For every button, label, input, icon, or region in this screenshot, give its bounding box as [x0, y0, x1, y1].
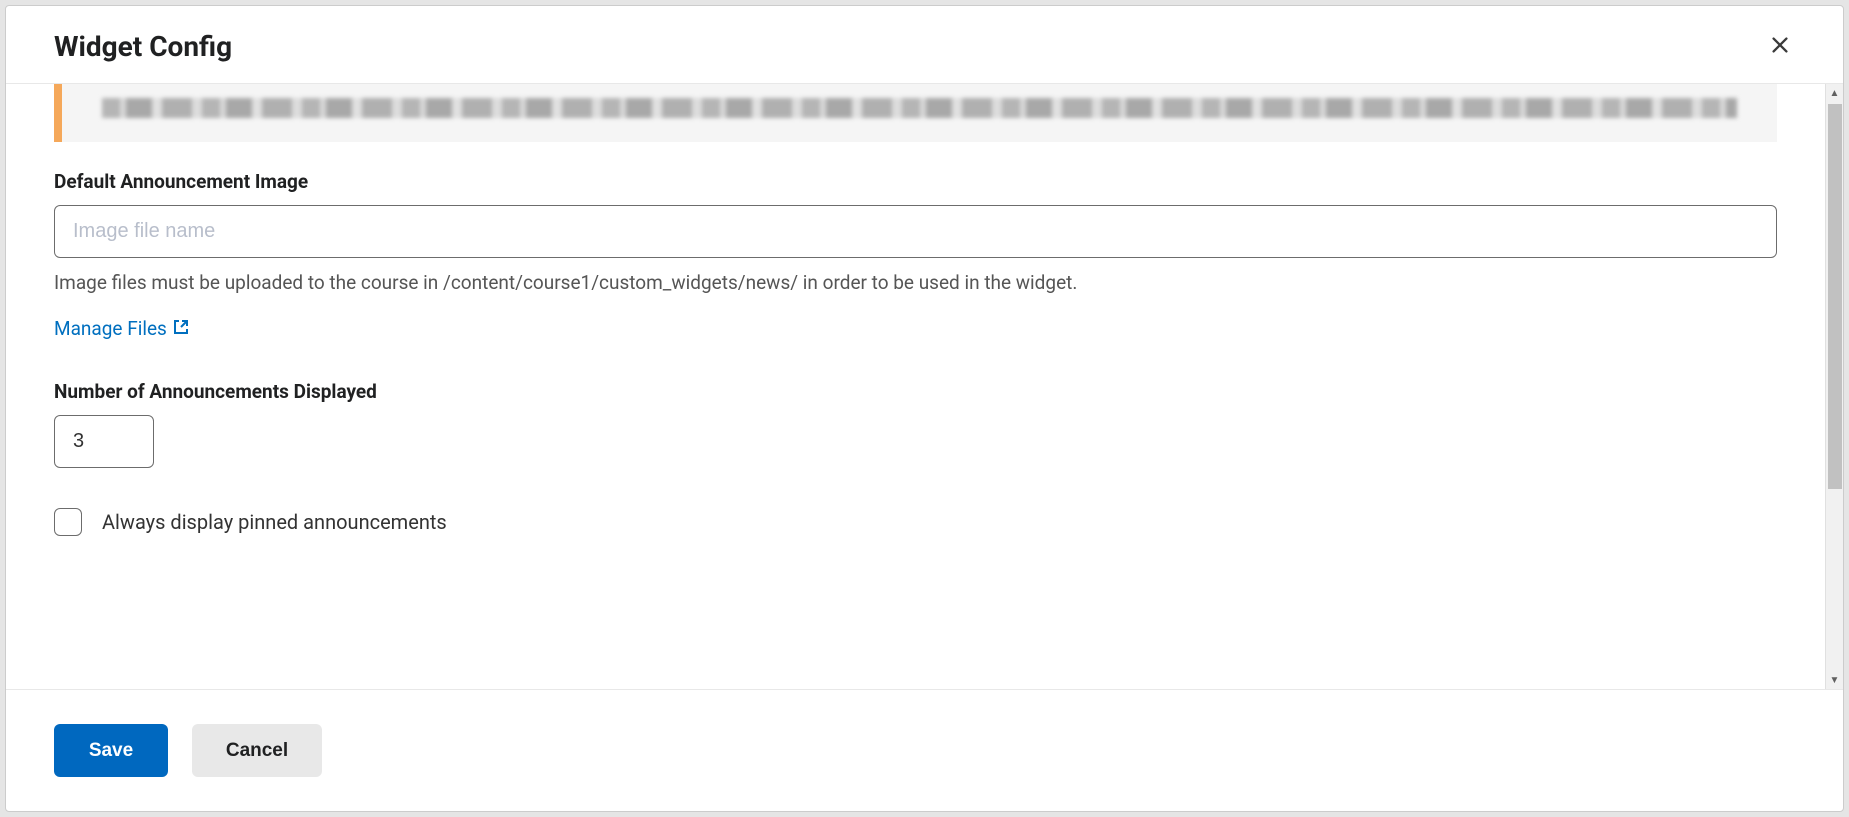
cancel-button[interactable]: Cancel	[192, 724, 322, 777]
manage-files-label: Manage Files	[54, 317, 167, 340]
close-icon	[1769, 34, 1791, 59]
modal-title: Widget Config	[54, 30, 232, 63]
announcements-count-input[interactable]	[54, 415, 154, 468]
image-field-label: Default Announcement Image	[54, 170, 1777, 193]
scrollbar-thumb[interactable]	[1828, 104, 1842, 489]
scrollbar-up-arrow-icon[interactable]: ▲	[1826, 84, 1843, 102]
scrollbar-down-arrow-icon[interactable]: ▼	[1826, 671, 1843, 689]
save-button[interactable]: Save	[54, 724, 168, 777]
image-help-text: Image files must be uploaded to the cour…	[54, 270, 1777, 297]
pinned-checkbox[interactable]	[54, 508, 82, 536]
image-filename-input[interactable]	[54, 205, 1777, 258]
modal-body: Default Announcement Image Image files m…	[6, 84, 1825, 689]
external-link-icon	[173, 317, 189, 340]
scrollbar[interactable]: ▲ ▼	[1825, 84, 1843, 689]
blurred-text-placeholder	[102, 98, 1737, 118]
modal-header: Widget Config	[6, 6, 1843, 84]
pinned-checkbox-row: Always display pinned announcements	[54, 508, 1777, 536]
pinned-checkbox-label[interactable]: Always display pinned announcements	[102, 510, 447, 534]
manage-files-link[interactable]: Manage Files	[54, 317, 189, 340]
image-field-group: Default Announcement Image Image files m…	[54, 170, 1777, 297]
count-field-group: Number of Announcements Displayed	[54, 380, 1777, 468]
close-button[interactable]	[1765, 30, 1795, 63]
modal-footer: Save Cancel	[6, 689, 1843, 811]
widget-config-modal: Widget Config Default Announcement Image…	[5, 5, 1844, 812]
info-banner	[54, 84, 1777, 142]
manage-files-row: Manage Files	[54, 317, 1777, 340]
count-field-label: Number of Announcements Displayed	[54, 380, 1777, 403]
modal-body-wrapper: Default Announcement Image Image files m…	[6, 84, 1843, 689]
